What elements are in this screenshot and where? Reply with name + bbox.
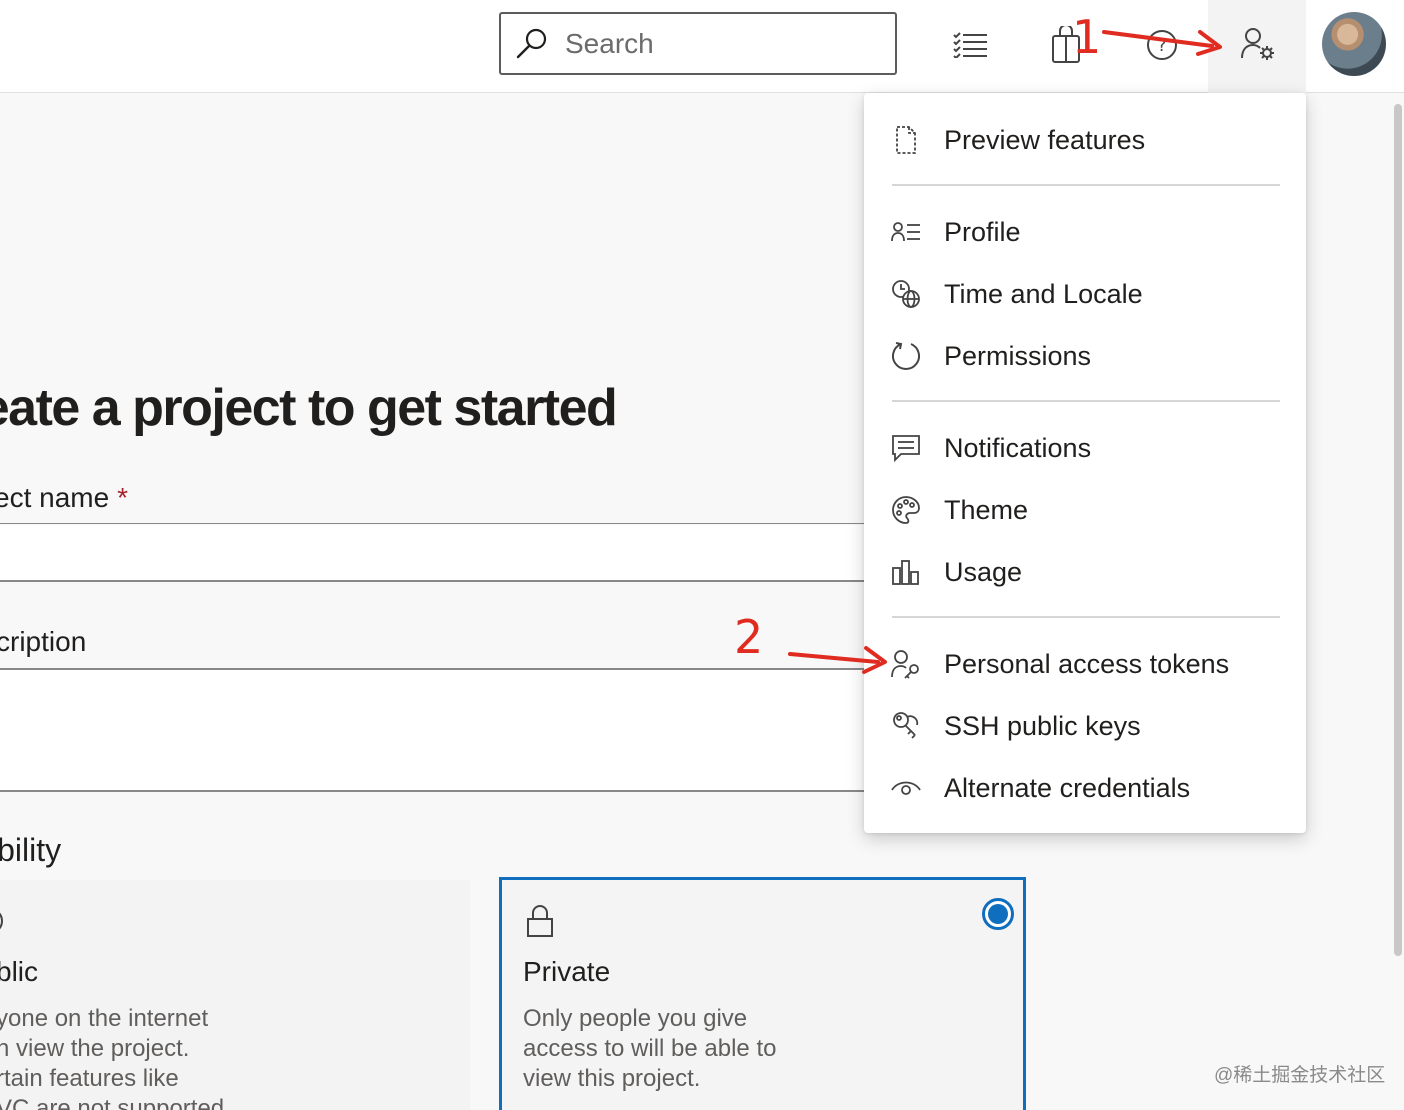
menu-item-label: Usage: [944, 556, 1023, 587]
menu-divider: [892, 400, 1280, 402]
public-card-description: yone on the internet n view the project.…: [0, 1004, 296, 1110]
project-name-label-text: ect name: [0, 482, 110, 513]
menu-item-label: Permissions: [944, 340, 1092, 371]
private-desc-line: access to will be able to: [523, 1035, 777, 1062]
menu-item-alternate-credentials[interactable]: Alternate credentials: [864, 761, 1306, 815]
step-1-arrow-icon: [1102, 30, 1222, 56]
menu-item-label: Alternate credentials: [944, 772, 1191, 803]
menu-divider: [892, 184, 1280, 186]
search-box[interactable]: Search: [499, 12, 897, 75]
project-name-input[interactable]: [0, 525, 866, 582]
description-input[interactable]: [0, 668, 866, 792]
menu-item-time-locale[interactable]: Time and Locale: [864, 267, 1306, 321]
lock-icon: [527, 905, 553, 937]
menu-item-ssh-public-keys[interactable]: SSH public keys: [864, 699, 1306, 753]
private-card-title: Private: [523, 956, 611, 987]
time-locale-icon: [890, 278, 922, 310]
notifications-icon: [890, 432, 922, 464]
menu-item-profile[interactable]: Profile: [864, 205, 1306, 259]
step-2-arrow-icon: [788, 646, 887, 674]
personal-access-tokens-icon: [890, 648, 922, 680]
menu-item-label: Notifications: [944, 432, 1092, 463]
public-desc-line: n view the project.: [0, 1035, 190, 1062]
alternate-credentials-icon: [890, 772, 922, 804]
page-title: reate a project to get started: [0, 379, 618, 437]
project-name-label: ect name *: [0, 482, 128, 514]
project-name-divider: [0, 523, 866, 524]
menu-item-notifications[interactable]: Notifications: [864, 421, 1306, 475]
search-placeholder: Search: [565, 27, 654, 59]
menu-item-personal-access-tokens[interactable]: Personal access tokens: [864, 637, 1306, 691]
menu-item-usage[interactable]: Usage: [864, 545, 1306, 599]
search-icon: [516, 28, 547, 58]
private-desc-line: Only people you give: [523, 1005, 748, 1032]
required-marker: *: [117, 482, 129, 513]
profile-icon: [890, 216, 922, 248]
description-label: cription: [0, 626, 87, 657]
menu-item-label: SSH public keys: [944, 710, 1141, 741]
public-visibility-card[interactable]: blic yone on the internet n view the pro…: [0, 880, 470, 1110]
user-settings-icon: [1241, 28, 1274, 60]
private-card-description: Only people you give access to will be a…: [523, 1004, 863, 1094]
ssh-keys-icon: [890, 710, 922, 742]
usage-icon: [890, 556, 922, 588]
preview-features-icon: [890, 124, 922, 156]
vertical-scrollbar[interactable]: [1394, 104, 1402, 956]
public-card-title: blic: [0, 956, 39, 987]
avatar[interactable]: [1322, 12, 1386, 76]
menu-item-label: Personal access tokens: [944, 648, 1230, 679]
visibility-label: ibility: [0, 832, 62, 868]
menu-item-permissions[interactable]: Permissions: [864, 329, 1306, 383]
work-items-button[interactable]: [950, 22, 990, 68]
private-desc-line: view this project.: [523, 1065, 701, 1092]
watermark: @稀土掘金技术社区: [1214, 1065, 1386, 1086]
private-visibility-card[interactable]: Private Only people you give access to w…: [499, 877, 1026, 1110]
menu-item-label: Profile: [944, 216, 1021, 247]
private-radio-button[interactable]: [982, 898, 1014, 930]
globe-icon: [0, 912, 3, 930]
menu-item-label: Time and Locale: [944, 278, 1143, 309]
menu-item-theme[interactable]: Theme: [864, 483, 1306, 537]
public-desc-line: VC are not supported: [0, 1095, 225, 1110]
menu-divider: [892, 616, 1280, 618]
theme-icon: [890, 494, 922, 526]
public-desc-line: yone on the internet: [0, 1005, 209, 1032]
permissions-icon: [890, 340, 922, 372]
public-desc-line: rtain features like: [0, 1065, 179, 1092]
step-2-marker: 2: [734, 610, 764, 664]
menu-item-label: Theme: [944, 494, 1029, 525]
user-settings-menu: Preview features Profile Time and Locale…: [864, 93, 1306, 833]
menu-item-preview-features[interactable]: Preview features: [864, 113, 1306, 167]
step-1-marker: 1: [1072, 10, 1102, 64]
work-items-icon: [953, 32, 987, 58]
menu-item-label: Preview features: [944, 124, 1146, 155]
